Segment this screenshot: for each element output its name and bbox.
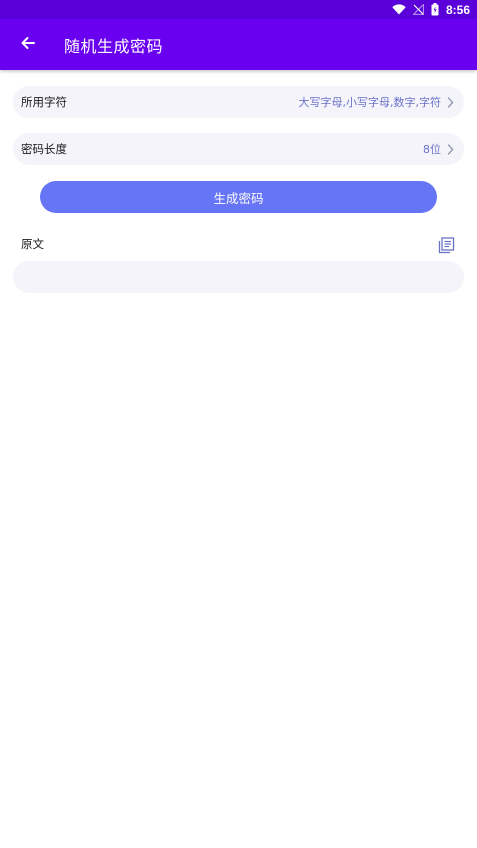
screen: 8:56 随机生成密码 所用字符 大写字母,小写字母,数字,字符 密码长度 8位 <box>0 0 477 848</box>
generate-password-button[interactable]: 生成密码 <box>40 181 437 213</box>
status-bar: 8:56 <box>0 0 477 19</box>
arrow-left-icon <box>20 35 36 55</box>
charset-label: 所用字符 <box>21 95 67 109</box>
charset-row[interactable]: 所用字符 大写字母,小写字母,数字,字符 <box>13 86 464 118</box>
page-title: 随机生成密码 <box>64 36 164 56</box>
original-label: 原文 <box>21 237 44 251</box>
app-bar: 随机生成密码 <box>0 19 477 70</box>
charset-value: 大写字母,小写字母,数字,字符 <box>298 96 442 109</box>
battery-icon <box>431 3 439 16</box>
chevron-right-icon <box>447 143 454 155</box>
length-label: 密码长度 <box>21 142 67 156</box>
no-signal-icon <box>412 4 424 15</box>
chevron-right-icon <box>447 96 454 108</box>
wifi-icon <box>392 4 406 15</box>
back-button[interactable] <box>0 19 56 70</box>
length-value: 8位 <box>423 143 441 156</box>
original-output-field[interactable] <box>13 261 464 293</box>
copy-icon[interactable] <box>437 236 455 254</box>
length-row[interactable]: 密码长度 8位 <box>13 133 464 165</box>
status-time: 8:56 <box>445 2 470 17</box>
